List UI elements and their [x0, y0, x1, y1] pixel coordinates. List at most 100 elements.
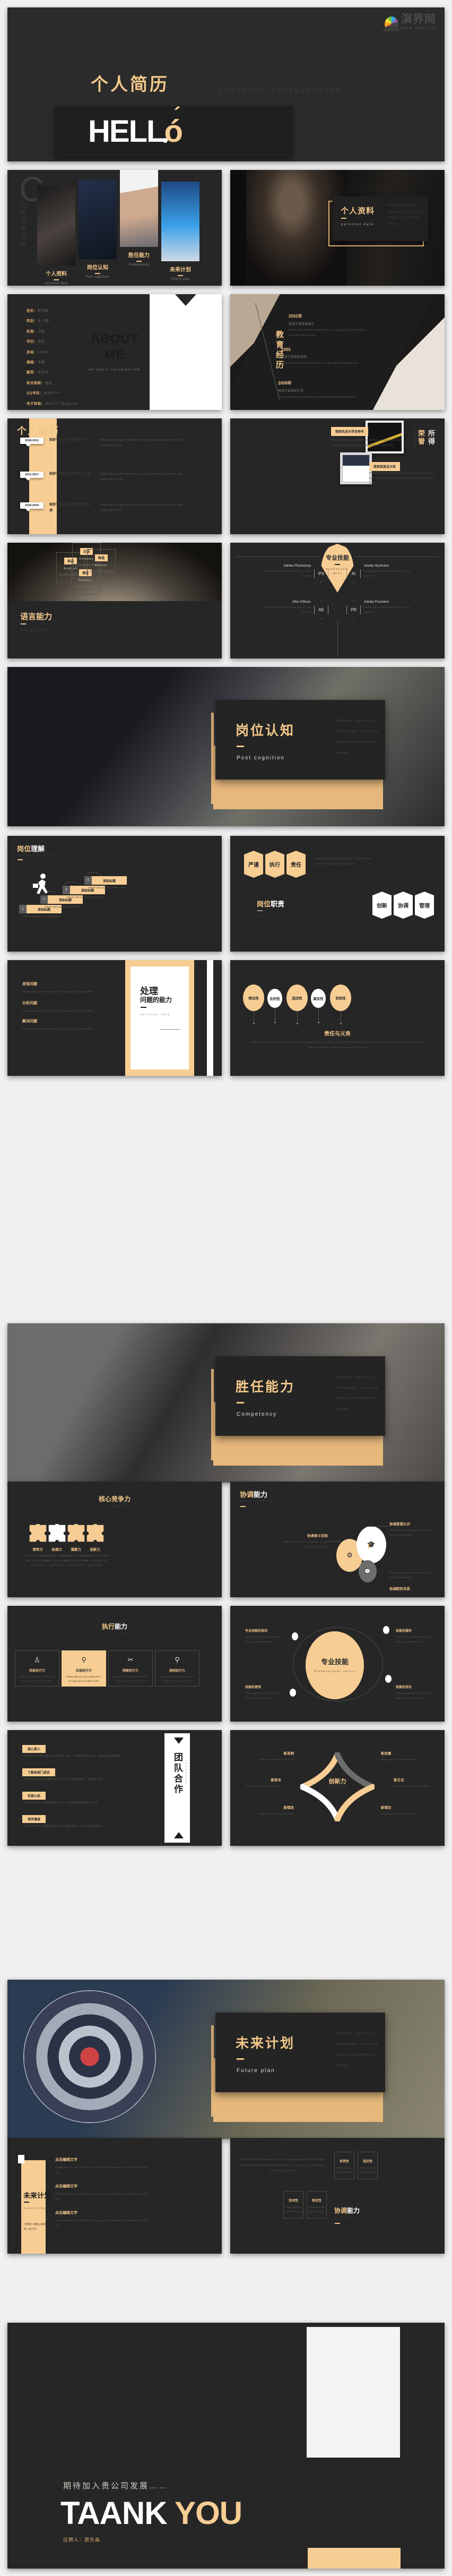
coord-circle-grey: 💬 — [359, 1560, 377, 1582]
field-value: 3614*****@qq.com — [45, 401, 77, 406]
clip-icon: ✂ — [127, 1656, 134, 1664]
honors-title-b: 荣誉 — [417, 429, 425, 446]
executive-card[interactable]: ⚲ 原则执行力 Please add your text content her… — [155, 1650, 199, 1687]
slide-creativity[interactable]: 创新力 Creativity 新发明 Please add your text c… — [230, 1730, 445, 1846]
problem-title-2: 问题的能力 — [140, 996, 172, 1004]
yanjie-logo-icon — [383, 16, 400, 31]
coordination2-title: 协调能力 — [334, 2206, 360, 2215]
item-text: Please add your text content here, or co… — [396, 1636, 433, 1643]
teamwork-text: 因为个团队中每个成员都有自己的个性，所以要做好彼此的相互包容心态… — [23, 1801, 100, 1804]
about-row: 籍贯：北京市 — [27, 369, 96, 374]
hexagon-pr-icon: PR — [346, 601, 361, 619]
duties-en: Responsibilities — [257, 915, 291, 918]
executive-card[interactable]: ♙ 技能执行力 Please add your text content her… — [15, 1650, 59, 1687]
responsibility-title: 责任与义务 — [324, 1031, 351, 1037]
proskill-name: Adobe Illustrator — [364, 564, 389, 568]
slide-personal-data-divider[interactable]: 个人资料 personal data Although I am not a p… — [230, 170, 445, 286]
coordination2-box: 有效性 Please add your text content here — [334, 2152, 354, 2179]
slide-about-me[interactable]: ABOUT ME MY BASIC INFORMATION 姓名：君先森 性别：… — [7, 294, 222, 410]
slide-teamwork[interactable]: 团队合作 TEAMWORK 核心是人 常常个团队中人都有为要个运行的结果，没有一… — [7, 1730, 222, 1846]
future-title: 未来计划 — [23, 2192, 51, 2200]
slide-divider-competency[interactable]: 胜任能力 Competency Although I am not a phil… — [7, 1323, 445, 1483]
field-value: 汉族 — [37, 329, 45, 333]
about-row: 婚姻：未婚 — [27, 359, 96, 364]
slide-contents[interactable]: C Contents 个人资料 personal data 岗位认知 Post … — [7, 170, 222, 286]
divider-line — [240, 1506, 246, 1507]
hexagon-ae-icon: AE — [314, 601, 328, 619]
slide-executive-ability[interactable]: 执行能力 executive ability ♙ 技能执行力 Please ad… — [7, 1606, 222, 1722]
creativity-item: 新方法 Please add your text content here — [394, 1777, 436, 1789]
slide-problem-solving[interactable]: 处理 问题的能力 personal data 发现问题 Please add yo… — [7, 960, 222, 1076]
divider-line — [95, 273, 100, 274]
step-label: 添加标题 — [92, 876, 127, 885]
item-head: 新创意 — [381, 1752, 392, 1756]
divider-line — [21, 623, 26, 624]
honors-vertical-title: 所得 荣誉 HONORS — [413, 426, 436, 449]
slide-professional-skill[interactable]: 专业技能 Professional skills PS Adobe Photos… — [230, 543, 445, 658]
problem-en: personal data — [141, 1013, 171, 1016]
executive-text: Please add your text content here, or co… — [113, 1675, 148, 1683]
teamwork-tag: 保持谦虚 — [22, 1815, 46, 1823]
slide-cover[interactable]: 演界网 WWW.YANJ.CN 个人简历 工作不应该是任务，更多的是他能给你带来… — [7, 7, 445, 161]
coord-item: 协调奋斗目标 Please add your text content here,… — [281, 1533, 328, 1550]
coordination2-box: 及时性 Please add your text content here — [283, 2191, 303, 2219]
puzzle-piece-icon — [29, 1524, 47, 1542]
slide-thank-you[interactable]: 期待加入贵公司发展…… TAANK YOU 应聘人：君先森 — [7, 2323, 445, 2569]
coordination2-text: Please add your text content here, or co… — [240, 2158, 326, 2172]
future-item: 点击编辑文字 Please add your text content here,… — [55, 2184, 151, 2202]
slide-divider-post-cognition[interactable]: 岗位认知 Post cognition Although I am not a … — [7, 667, 445, 826]
contents-card-3[interactable]: 胜任能力 Competency — [120, 170, 158, 286]
stem-dot — [253, 1023, 255, 1024]
proskill-desc: Please add your text content here, or co… — [265, 570, 311, 577]
slide-core-competence[interactable]: 核心竞争力 Core Competence 领导力 Please add you… — [7, 1482, 222, 1597]
education-event: 2008年 就读于某某某大学 Please add your text cont… — [278, 380, 358, 400]
step-item[interactable]: 4 添加标题 — [84, 876, 127, 885]
executive-card[interactable]: ✂ 制度执行力 Please add your text content her… — [108, 1650, 153, 1687]
teamwork-text: 因为个团队中每个成员都有自己的优点，要保持谦虚，虚心学习他身上的优点… — [23, 1825, 105, 1827]
divider-quote: Although I am not a philosopher, I can s… — [335, 1375, 378, 1411]
pin-icon: ⚲ — [175, 1656, 180, 1664]
executive-card-active[interactable]: ⚲ 应急执行力 Please add your text content her… — [62, 1650, 106, 1687]
coord-head: 协调职权关系 — [389, 1587, 410, 1591]
proskill-item: After Effects Please add your text conte… — [260, 600, 311, 614]
proskill-item: Adobe Photoshop Please add your text con… — [260, 564, 311, 578]
teamwork-tag: 了解各部门成员 — [22, 1768, 56, 1776]
stem-dot — [340, 1023, 342, 1024]
slide-divider-future-plan[interactable]: 未来计划 Future plan Although I am not a phi… — [7, 1980, 445, 2139]
honor-text-2: Please add your text content here, or co… — [369, 472, 434, 485]
slide-job-understanding[interactable]: 岗位理解 Job understanding 1 添加标题 Please add … — [7, 836, 222, 952]
white-panel — [131, 966, 189, 1069]
watermark-url: WWW.YANJ.CN — [400, 27, 436, 30]
resp-bubble: 及时性 — [267, 989, 282, 1008]
divider-line — [335, 2223, 340, 2224]
slide-responsibility[interactable]: 预见性 及时性 适应性 真实性 有效性 责任与义务 Please add you… — [230, 960, 445, 1076]
slide-future-plan[interactable]: 未来计划 Future plan 只愿用一颗匠心做好每一批工作… 点击编辑文字 P… — [7, 2138, 222, 2254]
personal-data-en: personal data — [341, 223, 375, 226]
contents-card-1-en: personal data — [45, 282, 68, 285]
contents-card-4[interactable]: 未来计划 Future plan — [161, 182, 199, 286]
slide-resume[interactable]: 个人履历 2008-2011 就职于某某公司担任设计师 Please add y… — [7, 418, 222, 534]
contents-image-3 — [120, 170, 158, 247]
slide-language[interactable]: 语言能力 personal data 英语 English 可以流利的交流沟通 … — [7, 543, 222, 658]
slide-honors[interactable]: 所得 荣誉 HONORS 荣获先进大学生称号 Please add your t… — [230, 418, 445, 534]
field-key: 学历： — [27, 340, 38, 344]
divider-title: 岗位认知 — [236, 723, 295, 738]
slide-duties[interactable]: 严谨 执行 责任 Please add your text content he… — [230, 836, 445, 952]
item-text: Please add your text content here, or co… — [396, 1692, 433, 1699]
orbit-dot — [290, 1689, 296, 1697]
item-text: Please add your text content here — [259, 1758, 294, 1761]
honors-title-a: 所得 — [427, 429, 435, 446]
problem-head: 发现问题 — [22, 982, 37, 986]
problem-head: 解决问题 — [22, 1020, 37, 1023]
slide-coordination-2[interactable]: Please add your text content here, or co… — [230, 2138, 445, 2254]
coord-item: 协调思想认识 Please add your text content here,… — [389, 1521, 436, 1538]
slide-professional-skills-2[interactable]: 专业技能 Professional skills 专业技能的培训 Please a… — [230, 1606, 445, 1722]
slide-coordination[interactable]: 协调能力 Coordination ability ⚙ 🎓 💬 协调思想认识 Pl… — [230, 1482, 445, 1597]
executive-en: executive ability — [91, 1632, 138, 1636]
field-value: 党员 — [45, 381, 53, 385]
slide-education[interactable]: 教育经历 2002年 就读于某某某高中 Please add your text… — [230, 294, 445, 410]
contents-card-2[interactable]: 岗位认知 Post cognition — [79, 179, 117, 286]
contents-card-1[interactable]: 个人资料 personal data — [37, 186, 75, 286]
coord-head: 协调奋斗目标 — [307, 1534, 328, 1538]
contents-card-3-en: Competency — [128, 263, 150, 267]
